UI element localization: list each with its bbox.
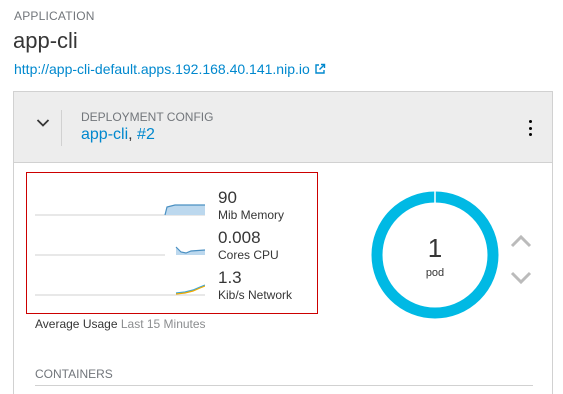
- kebab-dot: [528, 126, 532, 130]
- metrics-summary: 90 Mib Memory 0.008 Cores CPU 1.3 Kib/s …: [26, 172, 318, 314]
- scale-up-button[interactable]: [508, 231, 534, 251]
- kebab-dot: [528, 133, 532, 136]
- containers-divider: [35, 385, 533, 386]
- average-usage-range: Last 15 Minutes: [120, 317, 206, 331]
- kebab-icon[interactable]: [522, 118, 538, 138]
- external-link-icon: [315, 63, 325, 74]
- average-usage-label: Average Usage: [35, 317, 118, 331]
- deployment-config-label: DEPLOYMENT CONFIG: [81, 110, 214, 124]
- network-sparkline: [35, 284, 205, 296]
- pod-donut[interactable]: 1 pod: [369, 189, 501, 321]
- metric-network: 1.3 Kib/s Network: [27, 268, 317, 308]
- deployment-card-header: DEPLOYMENT CONFIG app-cli, #2: [14, 92, 552, 163]
- application-route-link[interactable]: http://app-cli-default.apps.192.168.40.1…: [14, 61, 326, 77]
- deployment-card: DEPLOYMENT CONFIG app-cli, #2 90 Mib Mem…: [13, 91, 553, 394]
- collapse-toggle[interactable]: [32, 112, 54, 134]
- application-name: app-cli: [13, 28, 78, 53]
- kebab-dot: [528, 120, 532, 123]
- deployment-separator: ,: [128, 126, 133, 143]
- chevron-down-icon: [510, 271, 532, 285]
- memory-sparkline: [35, 204, 205, 216]
- metric-cpu: 0.008 Cores CPU: [27, 228, 317, 268]
- chevron-down-icon: [36, 119, 50, 127]
- pod-label: pod: [425, 267, 445, 279]
- metric-unit: Kib/s Network: [218, 288, 293, 302]
- containers-heading: CONTAINERS: [35, 367, 113, 381]
- application-route-text: http://app-cli-default.apps.192.168.40.1…: [14, 61, 310, 77]
- pod-count: 1: [427, 233, 443, 263]
- metric-value: 0.008: [218, 228, 261, 247]
- metric-unit: Cores CPU: [218, 248, 279, 262]
- metric-memory: 90 Mib Memory: [27, 188, 317, 228]
- scale-down-button[interactable]: [508, 268, 534, 288]
- metric-value: 90: [218, 188, 237, 207]
- cpu-sparkline: [35, 246, 205, 256]
- deployment-config-link[interactable]: app-cli: [81, 126, 128, 143]
- metric-unit: Mib Memory: [218, 208, 285, 222]
- application-section-label: APPLICATION: [14, 9, 95, 23]
- deployment-config-name: app-cli, #2: [81, 126, 155, 144]
- average-usage: Average Usage Last 15 Minutes: [35, 317, 206, 331]
- deployment-revision-link[interactable]: #2: [137, 126, 155, 143]
- metric-value: 1.3: [218, 268, 242, 287]
- chevron-up-icon: [510, 234, 532, 248]
- header-divider: [61, 110, 62, 146]
